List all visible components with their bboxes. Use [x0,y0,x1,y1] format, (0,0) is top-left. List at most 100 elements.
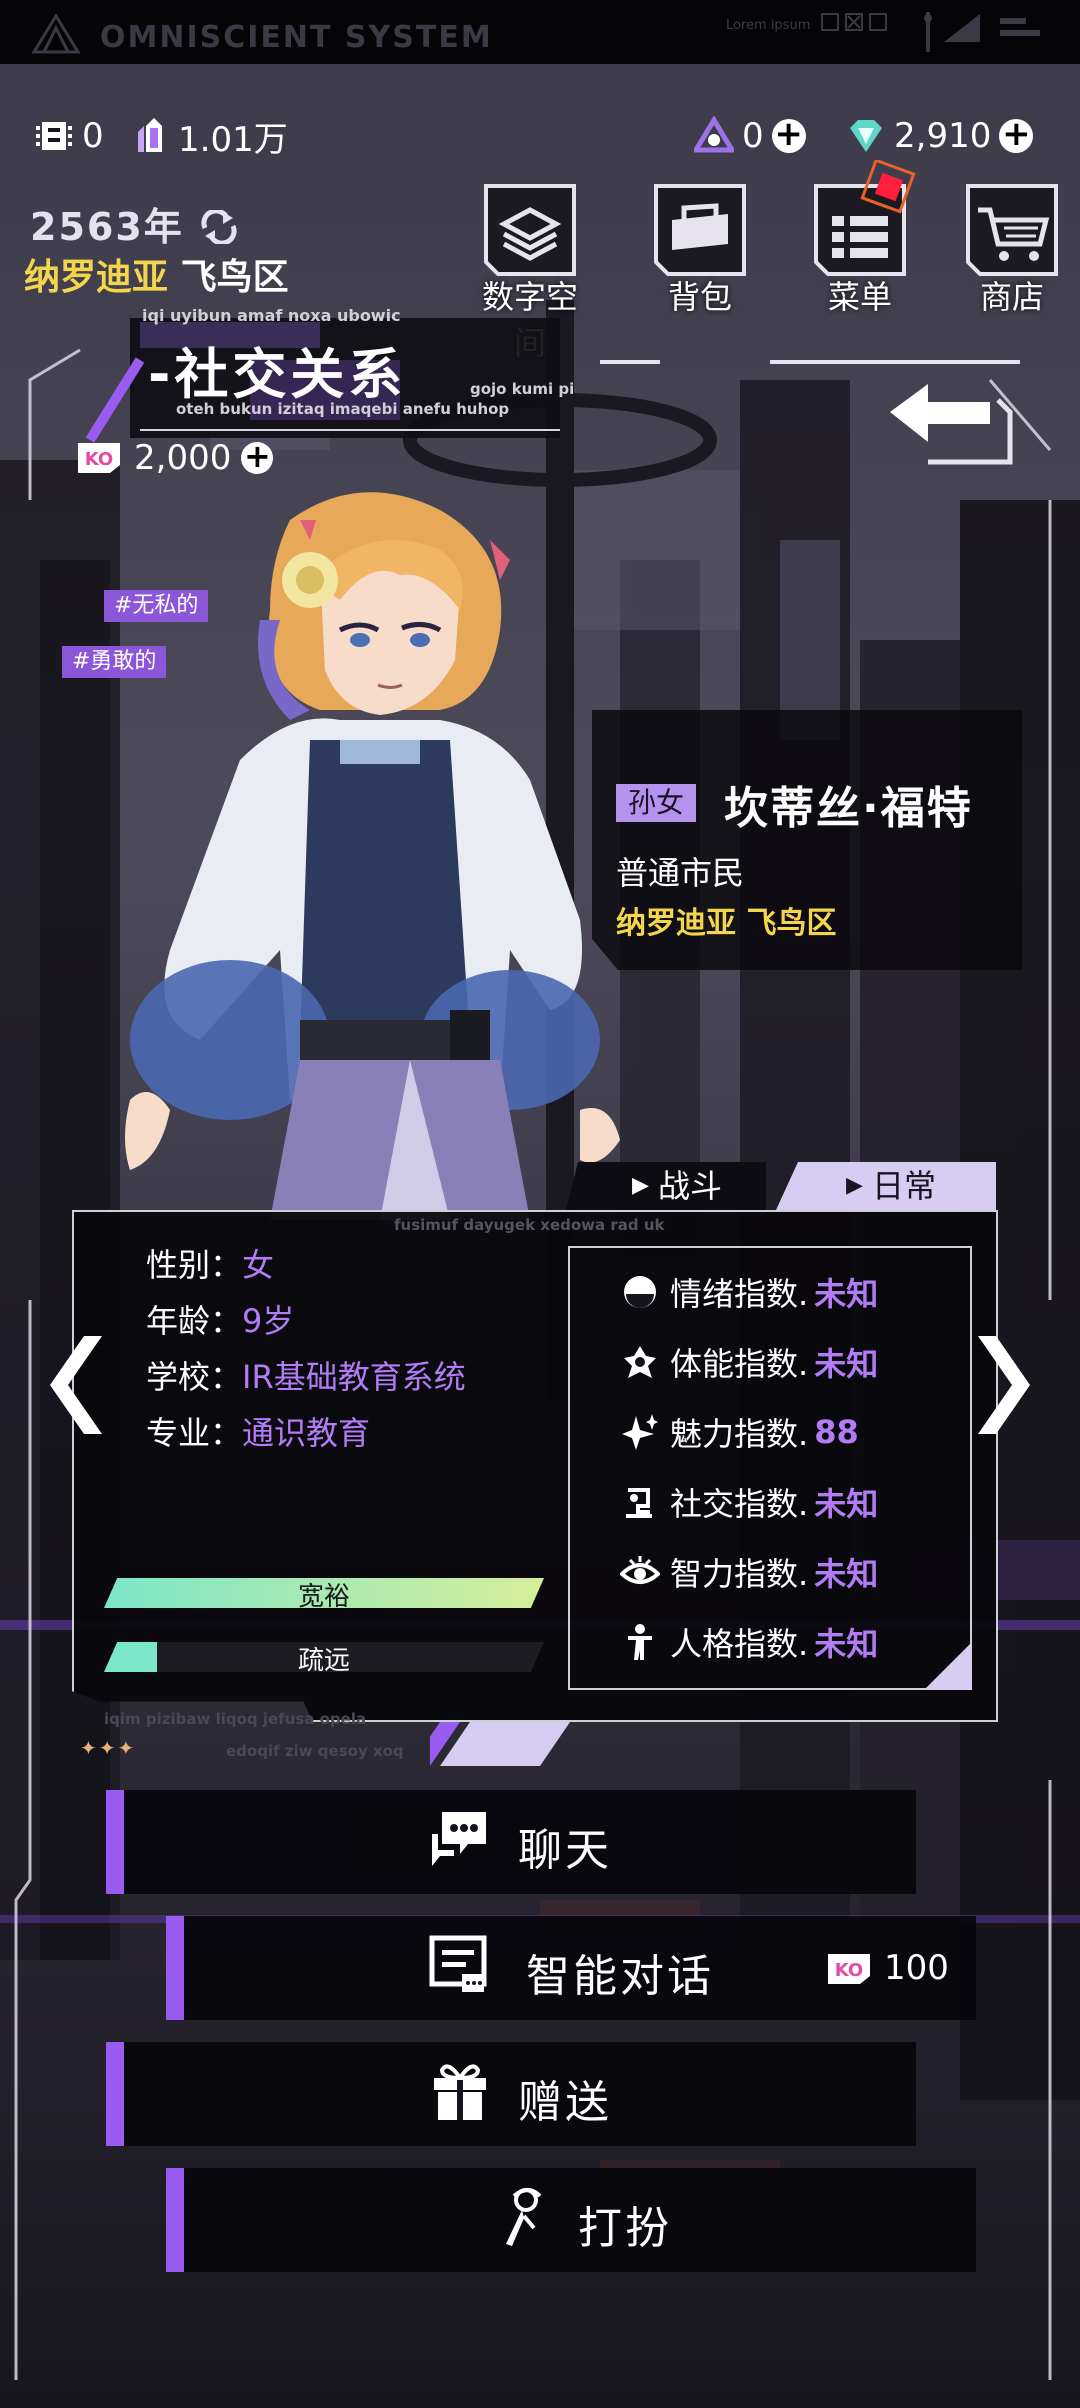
fitness-icon [624,1346,656,1378]
wealth-bar: 宽裕 [104,1578,544,1608]
info-row-gender: 性别：女 [146,1240,274,1286]
info-row-school: 学校：IR基础教育系统 [146,1352,466,1398]
relationship-bar: 疏远 [104,1642,544,1672]
system-status-icons [821,12,1040,52]
relationship-bar-label: 疏远 [297,1646,350,1676]
chip-icon [36,122,72,150]
district-name: 飞鸟区 [180,257,289,298]
layers-icon [484,184,576,276]
nav-label-shop: 商店 [979,278,1044,316]
stat-fitness: 体能指数. 未知 [620,1342,879,1383]
crystal-currency: 1.01万 [130,106,288,166]
diamond-icon [850,120,882,152]
nav-label-backpack: 背包 [667,278,732,316]
gift-button-label: 赠送 [518,2077,612,2128]
chat-button[interactable]: 聊天 [106,1790,916,1894]
gift-icon [434,2064,486,2120]
svg-text:KO: KO [85,449,113,470]
page-title: -社交关系 [148,343,407,406]
previous-character-button[interactable] [44,1330,108,1440]
dialog-icon [429,1935,487,1992]
social-token-icon: KO [828,1954,870,1984]
cart-icon [966,184,1058,276]
next-character-button[interactable] [972,1330,1036,1440]
stat-charm: 魅力指数. 88 [620,1412,859,1453]
stat-value: 88 [814,1413,859,1451]
add-diamond-button[interactable]: + [999,117,1034,153]
character-location: 纳罗迪亚 飞鸟区 [616,906,837,941]
game-year: 2563年 [30,196,239,251]
back-button[interactable] [880,372,1020,472]
stat-value: 未知 [814,1555,879,1593]
svg-text:KO: KO [835,1960,863,1981]
stat-label: 情绪指数. [670,1275,809,1313]
add-triangle-button[interactable]: + [771,117,806,153]
stat-value: 未知 [814,1275,879,1313]
info-caption-top: fusimuf dayugek xedowa rad uk [394,1216,665,1234]
info-value: 通识教育 [242,1414,371,1452]
stat-label: 魅力指数. [670,1415,809,1453]
gift-button[interactable]: 赠送 [106,2042,916,2146]
dress-up-button[interactable]: 打扮 [166,2168,976,2272]
nav-digital-space[interactable]: 数字空间 [470,180,590,362]
year-text: 2563年 [30,205,184,249]
info-key: 专业： [146,1414,243,1452]
system-logo-icon [32,14,80,54]
info-caption-bottom-2: edoqif ziw qesoy xoq [226,1742,404,1760]
sparkle-decoration-icon: ✦✦✦ [80,1736,137,1760]
add-social-currency-button[interactable]: + [241,440,274,474]
dress-up-button-label: 打扮 [578,2203,672,2254]
nav-backpack[interactable]: 背包 [640,180,760,316]
title-caption-top: iqi uyibun amaf noxa ubowic [142,306,401,325]
info-key: 学校： [146,1358,243,1396]
character-portrait [125,492,620,1220]
chip-value: 0 [82,116,104,156]
relation-badge: 孙女 [616,784,697,822]
tab-arrow-icon: ▶ [632,1173,649,1198]
info-value: IR基础教育系统 [242,1358,466,1396]
stat-label: 体能指数. [670,1345,809,1383]
info-row-age: 年龄：9岁 [146,1296,294,1342]
tab-battle[interactable]: ▶ 战斗 [566,1162,766,1210]
smart-dialog-cost: 100 [884,1948,949,1988]
panel-corner-decoration [430,1722,570,1766]
stat-value: 未知 [814,1625,879,1663]
chat-icon [432,1812,486,1866]
stat-label: 智力指数. [670,1555,809,1593]
person-icon [628,1624,652,1660]
smart-dialog-button[interactable]: 智能对话 KO 100 [166,1916,976,2020]
diamond-currency: 2,910 + [846,106,1034,166]
wealth-bar-label: 宽裕 [297,1582,350,1612]
stat-value: 未知 [814,1345,879,1383]
sparkle-icon [622,1414,658,1450]
title-rule [600,360,1020,364]
bag-icon [654,184,746,276]
diamond-value: 2,910 [894,116,992,156]
tab-battle-label: 战斗 [658,1167,723,1205]
crystal-value: 1.01万 [178,119,288,160]
title-caption-bottom: oteh bukun izitaq imaqebi anefu huhop [176,400,510,418]
title-caption-side: gojo kumi pi [470,380,575,398]
system-lorem-text: Lorem ipsum [726,18,811,33]
stat-mood: 情绪指数. 未知 [620,1272,879,1313]
refresh-icon [201,208,237,246]
social-currency: KO 2,000 + [74,438,274,478]
character-status: 普通市民 [616,854,745,892]
eye-icon [620,1556,660,1584]
crystal-icon [138,118,162,152]
tab-daily-label: 日常 [872,1167,937,1205]
stat-label: 人格指数. [670,1625,809,1663]
info-caption-bottom: iqim pizibaw liqoq jefusa opela [104,1710,367,1728]
info-value: 9岁 [242,1302,295,1340]
dressup-icon [506,2188,542,2246]
stat-label: 社交指数. [670,1485,809,1523]
nav-label-menu: 菜单 [827,278,892,316]
stat-value: 未知 [814,1485,879,1523]
triangle-value: 0 [742,116,764,156]
mood-icon [624,1276,656,1308]
nav-shop[interactable]: 商店 [952,180,1072,316]
info-key: 年龄： [146,1302,243,1340]
tab-daily[interactable]: ▶ 日常 [776,1162,996,1210]
info-value: 女 [242,1246,275,1284]
smart-dialog-button-label: 智能对话 [526,1951,714,2002]
